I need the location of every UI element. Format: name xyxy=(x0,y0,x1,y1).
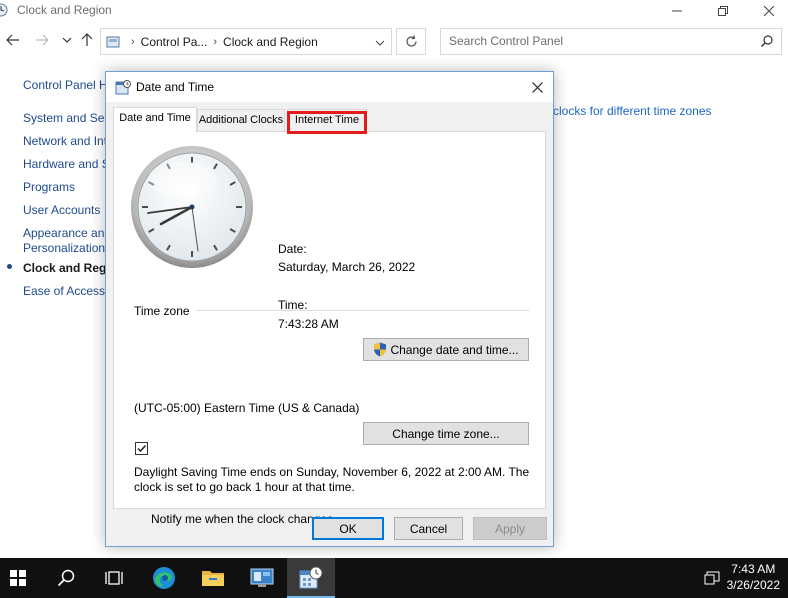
window-title: Clock and Region xyxy=(17,3,112,17)
minimize-icon xyxy=(672,10,682,12)
tab-panel: Date: Saturday, March 26, 2022 Time: 7:4… xyxy=(113,131,546,526)
chevron-down-icon xyxy=(62,37,72,43)
change-date-time-button[interactable]: Change date and time... xyxy=(363,338,529,361)
taskbar-date: 3/26/2022 xyxy=(726,578,780,592)
date-time-icon xyxy=(299,566,323,589)
taskbar: 7:43 AM 3/26/2022 xyxy=(0,558,788,598)
sidebar-link-personalization[interactable]: Personalization xyxy=(23,241,105,255)
sidebar-link-hardware-sound[interactable]: Hardware and S xyxy=(23,157,110,171)
forward-arrow-icon xyxy=(36,34,49,46)
close-button[interactable] xyxy=(746,0,788,22)
apply-label: Apply xyxy=(494,521,526,536)
breadcrumb-separator: › xyxy=(131,35,135,48)
dialog-title-bar: Date and Time xyxy=(106,72,553,102)
back-button[interactable] xyxy=(3,30,23,50)
ok-button[interactable]: OK xyxy=(312,517,384,540)
folder-icon xyxy=(202,571,224,586)
search-placeholder: Search Control Panel xyxy=(449,34,564,48)
up-button[interactable] xyxy=(77,30,97,50)
search-input[interactable]: Search Control Panel xyxy=(440,28,782,55)
restore-icon xyxy=(718,6,728,16)
title-bar: Clock and Region xyxy=(0,0,788,22)
group-divider xyxy=(196,310,529,311)
change-time-zone-button[interactable]: Change time zone... xyxy=(363,422,529,445)
date-time-dialog: Date and Time Date and Time Additional C… xyxy=(105,71,554,547)
date-label: Date: xyxy=(278,242,307,256)
chevron-down-icon[interactable] xyxy=(375,39,385,47)
change-date-time-label: Change date and time... xyxy=(390,342,519,357)
file-explorer-button[interactable] xyxy=(189,558,237,598)
breadcrumb-separator: › xyxy=(213,35,218,48)
cancel-label: Cancel xyxy=(409,521,448,536)
date-time-taskbar-button[interactable] xyxy=(287,558,335,598)
sidebar-link-user-accounts[interactable]: User Accounts xyxy=(23,203,100,217)
apply-button[interactable]: Apply xyxy=(473,517,547,540)
sidebar-link-appearance[interactable]: Appearance and xyxy=(23,226,111,240)
time-zone-value: (UTC-05:00) Eastern Time (US & Canada) xyxy=(134,401,360,415)
tab-date-and-time[interactable]: Date and Time xyxy=(113,107,197,132)
sidebar-link-system-security[interactable]: System and Sec xyxy=(23,111,110,125)
search-button[interactable] xyxy=(42,558,90,598)
refresh-icon xyxy=(405,35,417,47)
notify-label[interactable]: Notify me when the clock changes xyxy=(151,512,333,526)
control-panel-icon xyxy=(106,36,120,47)
notify-checkbox[interactable] xyxy=(135,442,148,455)
server-manager-icon xyxy=(250,568,274,587)
ok-label: OK xyxy=(339,521,357,536)
close-icon xyxy=(531,81,543,93)
start-button[interactable] xyxy=(0,558,42,598)
sidebar-link-control-panel-home[interactable]: Control Panel H xyxy=(23,78,108,92)
tab-internet-time[interactable]: Internet Time xyxy=(287,109,367,131)
restore-button[interactable] xyxy=(700,0,746,22)
sidebar-link-network-internet[interactable]: Network and Int xyxy=(23,134,107,148)
current-section-bullet xyxy=(7,264,12,269)
sidebar-link-programs[interactable]: Programs xyxy=(23,180,75,194)
uac-shield-icon xyxy=(374,342,387,357)
sidebar-link-clock-region[interactable]: Clock and Regio xyxy=(23,261,117,275)
search-icon xyxy=(57,569,75,587)
task-view-icon xyxy=(105,571,123,585)
time-zone-group-label: Time zone xyxy=(134,304,190,318)
breadcrumb-item[interactable]: Clock and Region xyxy=(223,35,318,49)
time-value: 7:43:28 AM xyxy=(278,317,339,331)
tab-additional-clocks[interactable]: Additional Clocks xyxy=(197,109,285,131)
action-center-icon xyxy=(704,571,720,585)
edge-browser-icon xyxy=(153,567,175,589)
dst-info-line-2: clock is set to go back 1 hour at that t… xyxy=(134,480,355,494)
back-arrow-icon xyxy=(6,34,19,46)
task-view-button[interactable] xyxy=(90,558,138,598)
search-icon[interactable] xyxy=(761,35,773,47)
server-manager-button[interactable] xyxy=(238,558,286,598)
up-arrow-icon xyxy=(81,33,93,46)
minimize-button[interactable] xyxy=(654,0,700,22)
control-panel-icon xyxy=(0,3,8,17)
sidebar-link-ease-of-access[interactable]: Ease of Access xyxy=(23,284,105,298)
dialog-title: Date and Time xyxy=(136,80,215,94)
cancel-button[interactable]: Cancel xyxy=(394,517,463,540)
close-icon xyxy=(764,6,774,16)
breadcrumb-item[interactable]: Control Pa... xyxy=(141,35,208,49)
analog-clock xyxy=(131,146,253,268)
address-bar[interactable]: › Control Pa... › Clock and Region xyxy=(100,28,392,55)
dialog-close-button[interactable] xyxy=(521,72,553,102)
refresh-button[interactable] xyxy=(396,28,426,55)
edge-button[interactable] xyxy=(140,558,188,598)
system-clock[interactable]: 7:43 AM 3/26/2022 xyxy=(727,561,780,593)
forward-button[interactable] xyxy=(32,30,52,50)
checkmark-icon xyxy=(137,444,147,453)
recent-locations-button[interactable] xyxy=(57,30,77,50)
clocks-time-zones-link[interactable]: clocks for different time zones xyxy=(553,104,712,118)
date-time-icon xyxy=(115,80,131,95)
dst-info-line-1: Daylight Saving Time ends on Sunday, Nov… xyxy=(134,465,530,479)
windows-logo-icon xyxy=(10,570,26,586)
date-value: Saturday, March 26, 2022 xyxy=(278,260,416,274)
change-time-zone-label: Change time zone... xyxy=(392,426,500,441)
taskbar-time: 7:43 AM xyxy=(731,562,776,576)
